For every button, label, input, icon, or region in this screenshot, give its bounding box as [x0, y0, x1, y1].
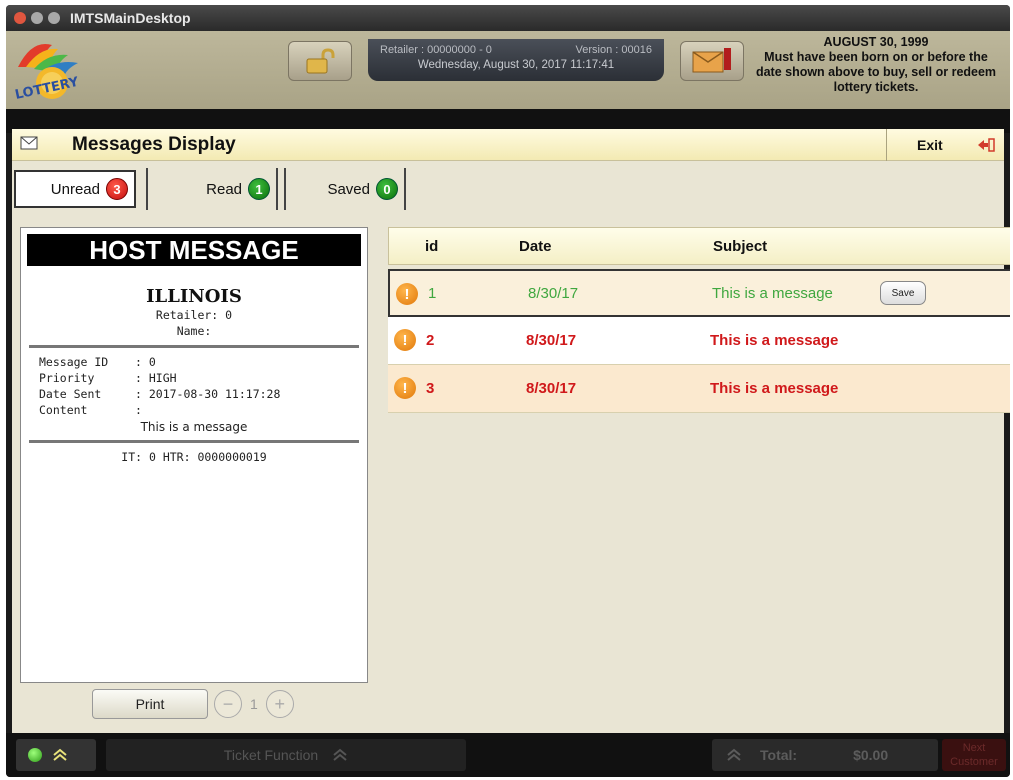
message-row[interactable]: ! 3 8/30/17 This is a message — [388, 365, 1010, 413]
message-subject: This is a message — [710, 332, 839, 349]
message-row[interactable]: ! 2 8/30/17 This is a message — [388, 317, 1010, 365]
messages-header: Messages Display Exit — [12, 129, 1004, 161]
receipt-field: Message ID : 0 — [21, 354, 367, 370]
message-id: 2 — [426, 332, 435, 349]
ticket-function-button[interactable]: Ticket Function — [106, 739, 466, 771]
next-page-button[interactable]: + — [265, 690, 294, 718]
priority-alert-icon: ! — [394, 377, 416, 399]
field-value: : — [135, 403, 142, 417]
receipt-retailer: Retailer: 0 — [155, 308, 233, 322]
receipt-state: ILLINOIS — [146, 286, 242, 307]
host-message-receipt: HOST MESSAGE ILLINOIS Retailer: 0 Name: … — [20, 227, 368, 683]
padlock-open-icon — [306, 48, 335, 74]
maximize-window-button[interactable] — [48, 12, 60, 24]
window-controls — [14, 12, 60, 24]
message-subject: This is a message — [712, 284, 833, 302]
receipt-footer: IT: 0 HTR: 0000000019 — [121, 450, 267, 464]
mail-icon — [692, 48, 731, 73]
message-id: 3 — [426, 380, 435, 397]
receipt-field: Date Sent : 2017-08-30 11:17:28 — [21, 386, 367, 402]
priority-alert-icon: ! — [394, 329, 416, 351]
field-key: Message ID — [39, 355, 109, 369]
lottery-logo: LOTTERY — [12, 37, 86, 103]
close-window-button[interactable] — [14, 12, 26, 24]
tab-unread[interactable]: Unread 3 — [14, 170, 136, 208]
exit-icon — [977, 138, 995, 152]
unread-count-badge: 3 — [106, 178, 128, 200]
receipt-divider — [29, 345, 359, 348]
double-chevron-up-icon — [53, 748, 67, 761]
double-chevron-up-icon — [727, 748, 741, 761]
receipt-heading: HOST MESSAGE — [27, 234, 361, 266]
age-text: Must have been born on or before the dat… — [755, 50, 997, 94]
app-window: IMTSMainDesktop LOTTERY Retailer : 00000… — [6, 5, 1010, 777]
message-date: 8/30/17 — [526, 380, 577, 397]
priority-alert-icon: ! — [396, 283, 418, 305]
status-indicator-icon — [28, 748, 42, 762]
message-date: 8/30/17 — [526, 332, 577, 349]
message-id: 1 — [428, 284, 437, 302]
print-button[interactable]: Print — [92, 689, 208, 719]
terminal-info-box: Retailer : 00000000 - 0 Version : 00016 … — [368, 39, 664, 81]
messages-panel: Messages Display Exit Unread 3 Read 1 Sa… — [12, 129, 1010, 733]
window-title: IMTSMainDesktop — [70, 10, 191, 26]
next-customer-button[interactable]: Next Customer — [942, 739, 1006, 771]
receipt-field: Priority : HIGH — [21, 370, 367, 386]
double-chevron-up-icon — [333, 748, 347, 761]
messages-button[interactable] — [680, 41, 744, 81]
current-datetime: Wednesday, August 30, 2017 11:17:41 — [417, 59, 615, 71]
total-panel[interactable]: Total: $0.00 — [712, 739, 938, 771]
tab-read-label: Read — [206, 180, 242, 198]
column-date: Date — [519, 237, 552, 255]
exit-label: Exit — [917, 137, 943, 153]
save-message-button[interactable]: Save — [880, 281, 926, 305]
lock-button[interactable] — [288, 41, 352, 81]
total-value: $0.00 — [853, 747, 889, 763]
message-list-header: id Date Subject — [388, 227, 1010, 265]
receipt-field: Content : — [21, 402, 367, 418]
age-notice: AUGUST 30, 1999 Must have been born on o… — [752, 35, 1000, 95]
receipt-divider — [29, 440, 359, 443]
exit-button[interactable]: Exit — [886, 129, 1004, 161]
tab-read[interactable]: Read 1 — [146, 168, 278, 210]
tab-saved-label: Saved — [327, 180, 370, 198]
tab-unread-label: Unread — [50, 180, 100, 198]
minimize-window-button[interactable] — [31, 12, 43, 24]
field-key: Priority — [39, 371, 95, 385]
read-count-badge: 1 — [248, 178, 270, 200]
age-date: AUGUST 30, 1999 — [823, 35, 929, 49]
page-number: 1 — [250, 696, 258, 712]
receipt-pager: Print − 1 + — [92, 689, 294, 719]
saved-count-badge: 0 — [376, 178, 398, 200]
message-subject: This is a message — [710, 380, 839, 397]
messages-title: Messages Display — [72, 134, 236, 155]
app-header: LOTTERY Retailer : 00000000 - 0 Version … — [6, 31, 1010, 109]
message-row[interactable]: ! 1 8/30/17 This is a message Save — [388, 269, 1010, 317]
envelope-icon — [20, 136, 38, 150]
field-key: Content — [39, 403, 88, 417]
message-list: id Date Subject ! 1 8/30/17 This is a me… — [388, 227, 1010, 413]
field-value: : 0 — [135, 355, 156, 369]
field-value: : HIGH — [135, 371, 177, 385]
message-filter-tabs: Unread 3 Read 1 Saved 0 — [14, 167, 406, 211]
total-label: Total: — [760, 747, 798, 763]
version-label: Version : 00016 — [575, 44, 652, 56]
ticket-function-label: Ticket Function — [223, 747, 319, 763]
bottom-bar: Ticket Function Total: $0.00 Next Custom… — [6, 733, 1010, 777]
receipt-content: This is a message — [140, 420, 248, 434]
previous-page-button[interactable]: − — [214, 690, 242, 718]
retailer-label: Retailer : 00000000 - 0 — [380, 44, 492, 56]
title-bar: IMTSMainDesktop — [6, 5, 1010, 31]
status-menu-button[interactable] — [16, 739, 96, 771]
receipt-name: Name: — [176, 324, 212, 338]
field-value: : 2017-08-30 11:17:28 — [135, 387, 281, 401]
tab-saved[interactable]: Saved 0 — [284, 168, 406, 210]
message-date: 8/30/17 — [528, 284, 579, 302]
column-subject: Subject — [713, 237, 768, 255]
column-id: id — [425, 237, 439, 255]
field-key: Date Sent — [39, 387, 102, 401]
